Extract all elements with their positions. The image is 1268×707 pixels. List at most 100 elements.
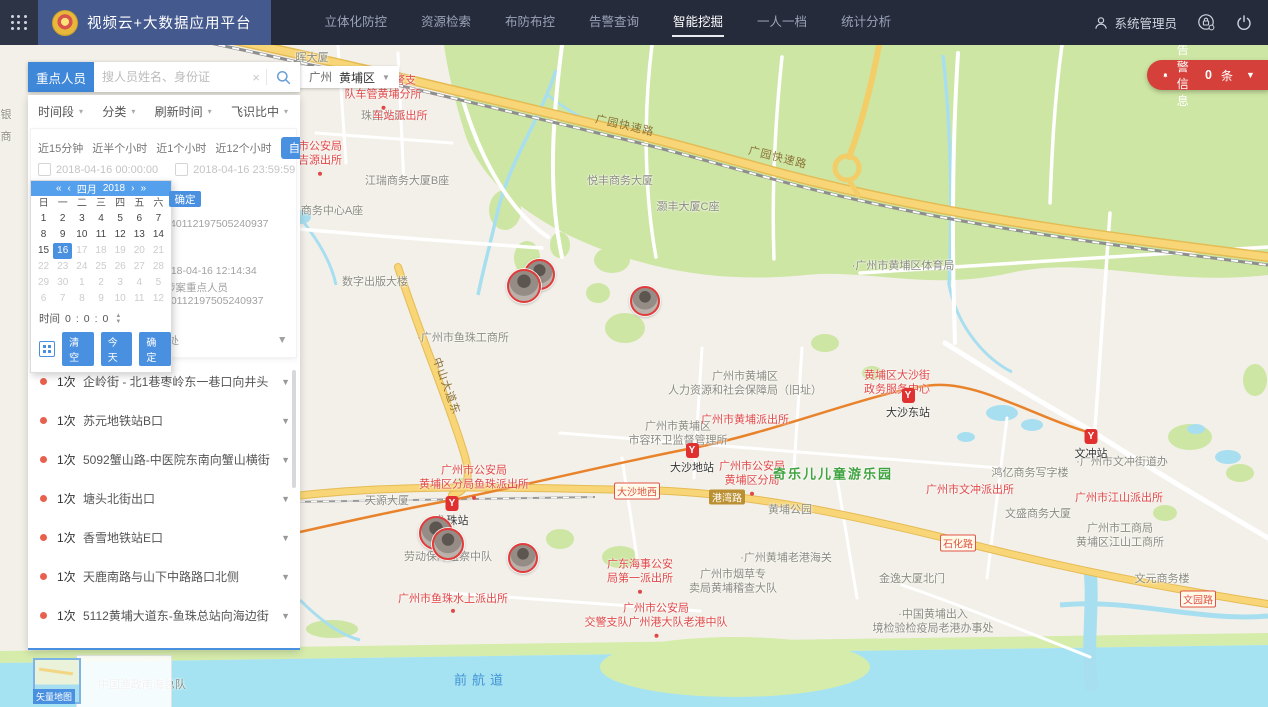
list-item[interactable]: 1次香雪地铁站E口▼ bbox=[28, 518, 300, 557]
calendar-day[interactable]: 8 bbox=[34, 227, 53, 243]
calendar-mini-icon[interactable] bbox=[175, 163, 188, 176]
custom-range-button[interactable]: 自定义 bbox=[281, 137, 300, 159]
expand-chevron-icon[interactable]: ▼ bbox=[281, 377, 290, 387]
quick-range-option[interactable]: 近半个小时 bbox=[92, 140, 147, 156]
nav-item[interactable]: 资源检索 bbox=[404, 0, 488, 45]
hour-value[interactable]: 0 bbox=[65, 313, 71, 325]
calendar-day[interactable]: 12 bbox=[149, 291, 168, 307]
calendar-day[interactable]: 8 bbox=[72, 291, 91, 307]
prev-month-button[interactable]: ‹ bbox=[68, 183, 71, 194]
calendar-day[interactable]: 10 bbox=[72, 227, 91, 243]
person-photo-marker[interactable] bbox=[507, 269, 541, 303]
calendar-mini-icon[interactable] bbox=[38, 163, 51, 176]
next-month-button[interactable]: › bbox=[131, 183, 134, 194]
nav-item[interactable]: 告警查询 bbox=[572, 0, 656, 45]
today-button[interactable]: 今天 bbox=[101, 332, 133, 366]
calendar-day[interactable]: 2 bbox=[53, 211, 72, 227]
minute-value[interactable]: 0 bbox=[84, 313, 90, 325]
prev-year-button[interactable]: « bbox=[56, 183, 62, 194]
end-datetime[interactable]: 2018-04-16 23:59:59 bbox=[193, 164, 295, 176]
clear-button[interactable]: 清空 bbox=[62, 332, 94, 366]
second-value[interactable]: 0 bbox=[103, 313, 109, 325]
calendar-day[interactable]: 6 bbox=[130, 211, 149, 227]
calendar-day[interactable]: 9 bbox=[91, 291, 110, 307]
person-photo-marker[interactable] bbox=[432, 528, 464, 560]
calendar-day[interactable]: 4 bbox=[91, 211, 110, 227]
calendar-day[interactable]: 5 bbox=[149, 275, 168, 291]
filter-dropdown[interactable]: 飞识比中▾ bbox=[231, 103, 288, 120]
expand-chevron-icon[interactable]: ▼ bbox=[281, 416, 290, 426]
range-confirm-button[interactable]: 确定 bbox=[169, 191, 201, 207]
calendar-day[interactable]: 11 bbox=[91, 227, 110, 243]
calendar-day[interactable]: 17 bbox=[72, 243, 91, 259]
calendar-day[interactable]: 11 bbox=[130, 291, 149, 307]
stepper-down-icon[interactable]: ▼ bbox=[115, 319, 121, 325]
list-item[interactable]: 1次苏元地铁站B口▼ bbox=[28, 401, 300, 440]
calendar-day[interactable]: 7 bbox=[149, 211, 168, 227]
confirm-button[interactable]: 确定 bbox=[139, 332, 171, 366]
calendar-day[interactable]: 20 bbox=[130, 243, 149, 259]
calendar-day[interactable]: 3 bbox=[72, 211, 91, 227]
search-input[interactable] bbox=[94, 62, 246, 92]
clear-icon[interactable]: × bbox=[246, 70, 266, 85]
region-selector[interactable]: 广州 黄埔区 ▼ bbox=[300, 66, 399, 88]
calendar-day[interactable]: 14 bbox=[149, 227, 168, 243]
nav-item[interactable]: 布防布控 bbox=[488, 0, 572, 45]
nav-item[interactable]: 立体化防控 bbox=[307, 0, 404, 45]
expand-chevron-icon[interactable]: ▼ bbox=[281, 533, 290, 543]
security-settings-button[interactable] bbox=[1197, 13, 1216, 32]
quick-range-option[interactable]: 近12个小时 bbox=[215, 140, 271, 156]
alert-info-pill[interactable]: 告警信息 0 条 ▼ bbox=[1147, 60, 1268, 90]
user-menu[interactable]: 系统管理员 bbox=[1094, 13, 1177, 32]
alert-expand-chevron[interactable]: ▼ bbox=[1246, 70, 1255, 80]
filter-dropdown[interactable]: 分类▾ bbox=[102, 103, 135, 120]
calendar-day[interactable]: 19 bbox=[111, 243, 130, 259]
calendar-day[interactable]: 24 bbox=[72, 259, 91, 275]
calendar-day[interactable]: 25 bbox=[91, 259, 110, 275]
calendar-day[interactable]: 30 bbox=[53, 275, 72, 291]
nav-item[interactable]: 一人一档 bbox=[740, 0, 824, 45]
next-year-button[interactable]: » bbox=[140, 183, 146, 194]
app-grid-icon[interactable] bbox=[0, 0, 38, 45]
calendar-day[interactable]: 28 bbox=[149, 259, 168, 275]
nav-item[interactable]: 统计分析 bbox=[824, 0, 908, 45]
calendar-day[interactable]: 27 bbox=[130, 259, 149, 275]
calendar-day[interactable]: 15 bbox=[34, 243, 53, 259]
time-stepper[interactable]: ▲ ▼ bbox=[115, 313, 121, 325]
nav-item[interactable]: 智能挖掘 bbox=[656, 0, 740, 45]
calendar-day[interactable]: 12 bbox=[111, 227, 130, 243]
start-datetime[interactable]: 2018-04-16 00:00:00 bbox=[56, 164, 158, 176]
calendar-day[interactable]: 5 bbox=[111, 211, 130, 227]
calendar-day[interactable]: 9 bbox=[53, 227, 72, 243]
list-scrollbar[interactable] bbox=[292, 370, 296, 488]
expand-chevron-icon[interactable]: ▼ bbox=[281, 494, 290, 504]
quick-range-option[interactable]: 近1个小时 bbox=[156, 140, 206, 156]
calendar-day[interactable]: 22 bbox=[34, 259, 53, 275]
expand-chevron-icon[interactable]: ▼ bbox=[281, 455, 290, 465]
calendar-day[interactable]: 6 bbox=[34, 291, 53, 307]
calendar-day[interactable]: 1 bbox=[34, 211, 53, 227]
calendar-day[interactable]: 3 bbox=[111, 275, 130, 291]
calendar-day[interactable]: 18 bbox=[91, 243, 110, 259]
calendar-day[interactable]: 2 bbox=[91, 275, 110, 291]
calendar-day[interactable]: 7 bbox=[53, 291, 72, 307]
logout-button[interactable] bbox=[1236, 15, 1252, 31]
list-item[interactable]: 1次天鹿南路与山下中路路口北侧▼ bbox=[28, 557, 300, 596]
list-item[interactable]: 1次塘头北街出口▼ bbox=[28, 479, 300, 518]
expand-chevron-icon[interactable]: ▼ bbox=[281, 572, 290, 582]
person-photo-marker[interactable] bbox=[508, 543, 538, 573]
calendar-day[interactable]: 29 bbox=[34, 275, 53, 291]
calendar-day[interactable]: 13 bbox=[130, 227, 149, 243]
calendar-toggle-icon[interactable] bbox=[39, 341, 55, 357]
calendar-day[interactable]: 26 bbox=[111, 259, 130, 275]
list-item[interactable]: 1次5092蟹山路-中医院东南向蟹山横街▼ bbox=[28, 440, 300, 479]
calendar-day[interactable]: 23 bbox=[53, 259, 72, 275]
person-photo-marker[interactable] bbox=[630, 286, 660, 316]
list-item[interactable]: 1次5112黄埔大道东-鱼珠总站向海边街（全）▼ bbox=[28, 596, 300, 635]
calendar-day[interactable]: 21 bbox=[149, 243, 168, 259]
search-button[interactable] bbox=[267, 70, 300, 85]
calendar-day[interactable]: 10 bbox=[111, 291, 130, 307]
calendar-day[interactable]: 1 bbox=[72, 275, 91, 291]
search-category-tag[interactable]: 重点人员 bbox=[28, 62, 94, 92]
calendar-day[interactable]: 16 bbox=[53, 243, 72, 259]
